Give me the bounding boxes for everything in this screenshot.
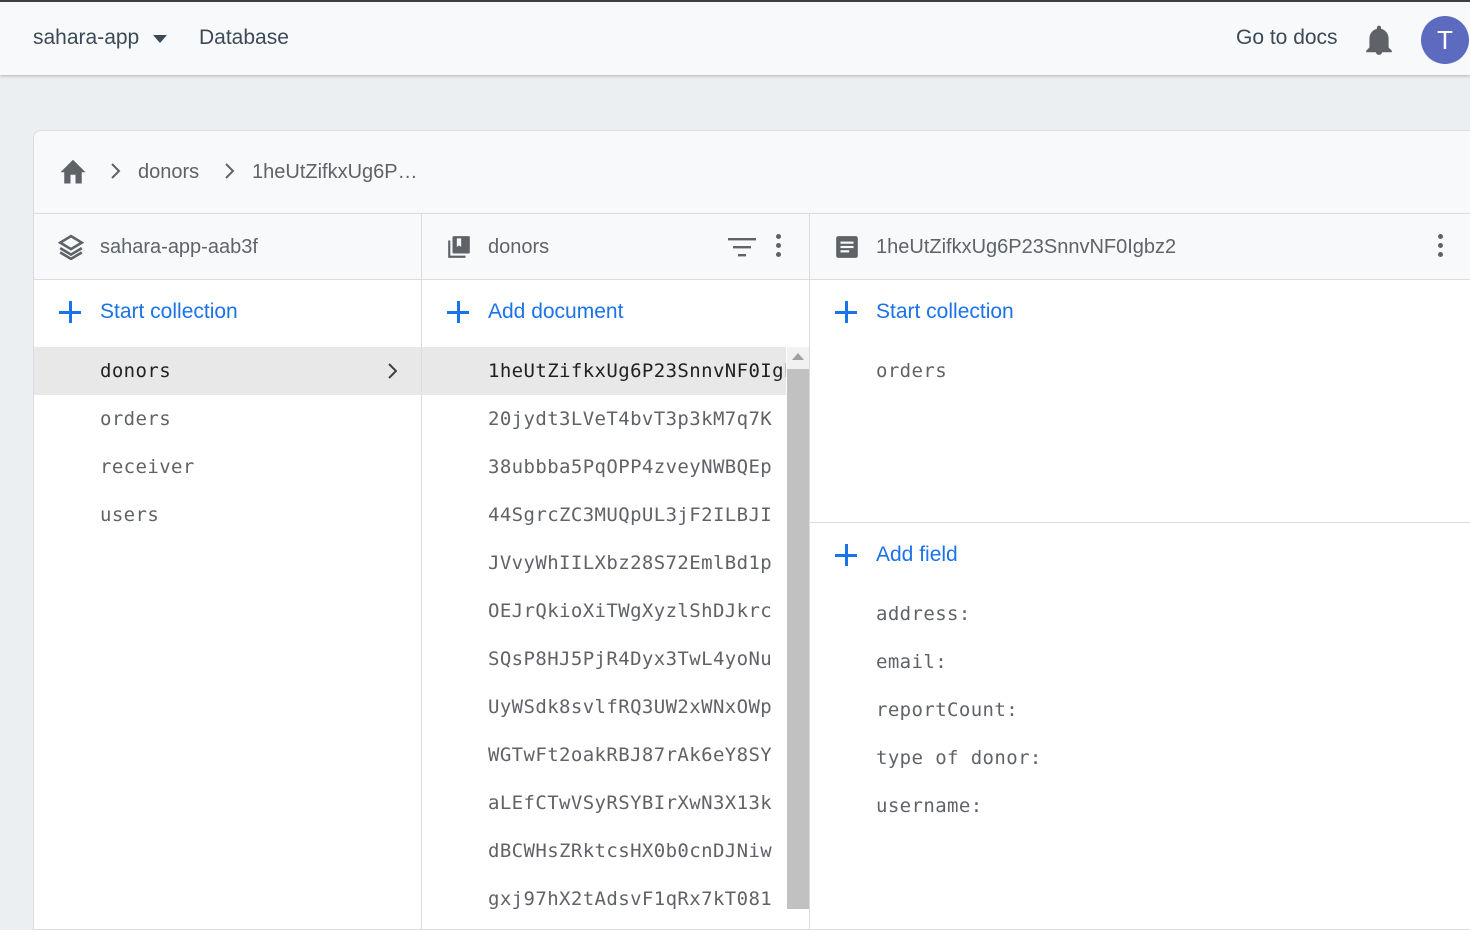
breadcrumb-item-document[interactable]: 1heUtZifkxUg6P… [252,161,418,184]
plus-icon [446,300,470,324]
field-item-reportcount[interactable]: reportCount: [810,686,1470,734]
breadcrumb-item-donors[interactable]: donors [138,161,199,184]
add-document-button[interactable]: Add document [446,300,623,324]
scroll-up-arrow-icon[interactable] [792,353,804,360]
collection-item-receiver[interactable]: receiver [34,443,421,491]
plus-icon [58,300,82,324]
document-item[interactable]: 44SgrcZC3MUQpUL3jF2ILBJI [422,491,786,539]
root-column-title: sahara-app-aab3f [100,236,258,258]
collection-item-orders[interactable]: orders [34,395,421,443]
section-title: Database [199,26,289,49]
root-column-header: sahara-app-aab3f [34,214,421,280]
start-collection-label: Start collection [876,300,1014,323]
document-item[interactable]: UyWSdk8svlfRQ3UW2xWNxOWp [422,683,786,731]
start-collection-button[interactable]: Start collection [834,300,1014,324]
scrollbar-thumb[interactable] [787,369,809,909]
add-field-button[interactable]: Add field [834,543,958,567]
document-item[interactable]: 20jydt3LVeT4bvT3p3kM7q7K [422,395,786,443]
notifications-bell-icon[interactable] [1366,24,1392,56]
collection-column-title: donors [488,236,550,258]
home-icon[interactable] [58,157,88,185]
add-field-label: Add field [876,543,958,566]
root-column: sahara-app-aab3f Start collection donors… [34,214,422,929]
filter-icon[interactable] [728,236,756,258]
document-column-title: 1heUtZifkxUg6P23SnnvNF0Igbz2 [876,236,1177,258]
field-item-address[interactable]: address: [810,590,1470,638]
collection-column-header: donors [422,214,809,280]
document-icon [836,236,858,258]
start-collection-button[interactable]: Start collection [58,300,238,324]
field-item-type-of-donor[interactable]: type of donor: [810,734,1470,782]
collection-item-donors[interactable]: donors [34,347,421,395]
project-name: sahara-app [33,26,140,49]
document-column: 1heUtZifkxUg6P23SnnvNF0Igbz2 Start colle… [810,214,1470,929]
collection-icon [448,236,470,258]
document-list-scrollbar[interactable] [787,347,809,909]
top-app-bar: sahara-app Database Go to docs T [0,0,1470,75]
document-item[interactable]: JVvyWhIILXbz28S72EmlBd1p [422,539,786,587]
collection-label: donors [100,360,172,382]
caret-down-icon [153,35,168,43]
document-item[interactable]: 38ubbba5PqOPP4zveyNWBQEp [422,443,786,491]
collection-item-users[interactable]: users [34,491,421,539]
document-item[interactable]: 1heUtZifkxUg6P23SnnvNF0Igbz2 [422,347,786,395]
document-item[interactable]: WGTwFt2oakRBJ87rAk6eY8SY [422,731,786,779]
chevron-right-icon [225,163,235,179]
add-document-label: Add document [488,300,624,323]
start-collection-label: Start collection [100,300,238,323]
chevron-right-icon [388,363,397,379]
more-options-icon[interactable] [1438,234,1444,260]
plus-icon [834,300,858,324]
go-to-docs-link[interactable]: Go to docs [1236,26,1338,50]
data-panel: donors 1heUtZifkxUg6P… sahara-app-aab3f … [33,130,1470,930]
chevron-right-icon [111,163,121,179]
subcollection-item-orders[interactable]: orders [810,347,1470,395]
document-item[interactable]: SQsP8HJ5PjR4Dyx3TwL4yoNu [422,635,786,683]
plus-icon [834,543,858,567]
user-avatar[interactable]: T [1421,16,1469,64]
document-item[interactable]: dBCWHsZRktcsHX0b0cnDJNiw [422,827,786,875]
breadcrumb: donors 1heUtZifkxUg6P… [34,131,1470,214]
document-item[interactable]: aLEfCTwVSyRSYBIrXwN3X13k [422,779,786,827]
field-item-email[interactable]: email: [810,638,1470,686]
document-column-header: 1heUtZifkxUg6P23SnnvNF0Igbz2 [810,214,1470,280]
more-options-icon[interactable] [776,234,782,260]
database-stack-icon [58,234,84,260]
project-selector[interactable]: sahara-app [33,26,168,50]
document-item[interactable]: OEJrQkioXiTWgXyzlShDJkrc [422,587,786,635]
section-divider [810,522,1470,523]
document-item[interactable]: gxj97hX2tAdsvF1qRx7kT081 [422,875,786,923]
field-item-username[interactable]: username: [810,782,1470,830]
collection-column: donors Add document 1heUtZifkxUg6P23Snnv… [422,214,810,929]
